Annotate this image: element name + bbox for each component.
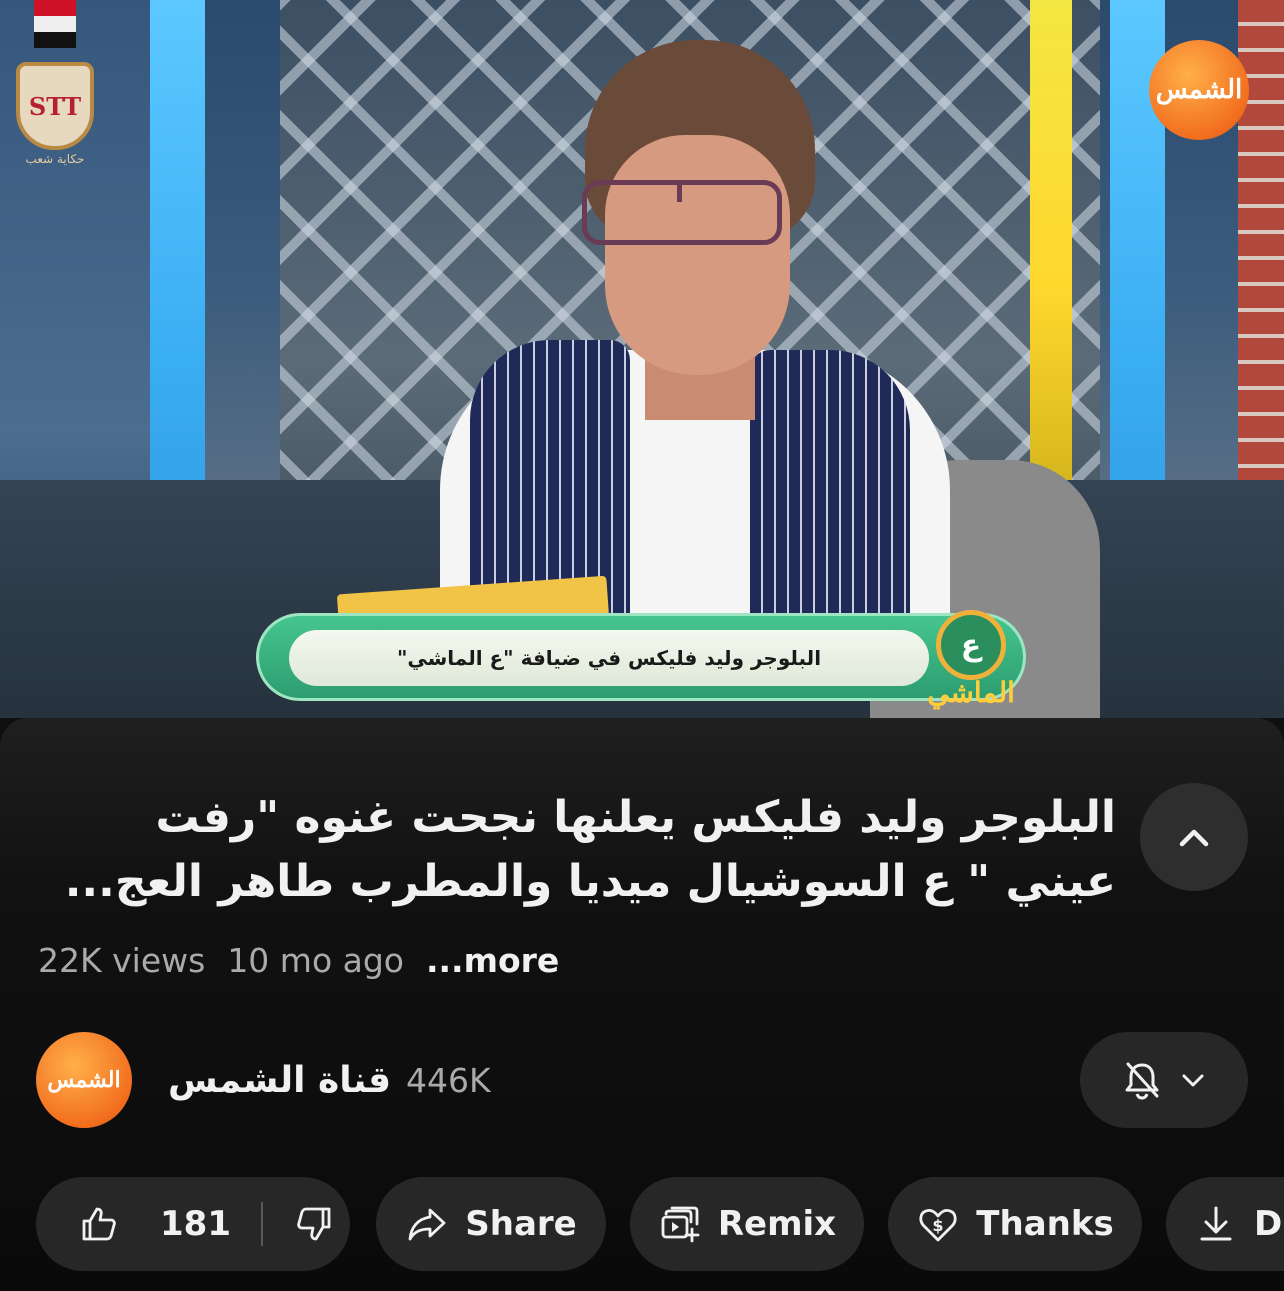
action-bar: 181 Share Remix $ Thanks D: [36, 1177, 1284, 1271]
download-label: D: [1254, 1204, 1283, 1244]
remix-button[interactable]: Remix: [630, 1177, 864, 1271]
collapse-description-button[interactable]: [1140, 783, 1248, 891]
notification-bell-button[interactable]: [1080, 1032, 1248, 1128]
like-dislike-group: 181: [36, 1177, 350, 1271]
lower-third-text: البلوجر وليد فليكس في ضيافة "ع الماشي": [289, 630, 929, 686]
remix-label: Remix: [717, 1204, 837, 1244]
heart-dollar-icon: $: [916, 1202, 960, 1246]
download-button[interactable]: D: [1166, 1177, 1284, 1271]
channel-name[interactable]: قناة الشمس: [168, 1054, 391, 1106]
more-link[interactable]: ...more: [426, 941, 559, 980]
like-count[interactable]: 181: [160, 1204, 231, 1244]
channel-avatar[interactable]: الشمس: [36, 1032, 132, 1128]
show-badge-logo: ع الماشي: [912, 610, 1030, 718]
video-meta[interactable]: 22K views 10 mo ago ...more: [38, 938, 559, 982]
thumbs-down-icon[interactable]: [293, 1203, 335, 1245]
share-label: Share: [465, 1204, 577, 1244]
video-player[interactable]: STT حكاية شعب الشمس البلوجر وليد فليكس ف…: [0, 0, 1284, 718]
show-badge-letter: ع: [936, 610, 1006, 680]
award-logo-caption: حكاية شعب: [25, 152, 85, 166]
egypt-flag-logo: [34, 0, 76, 48]
award-shield-logo: STT: [16, 62, 94, 150]
chevron-up-icon: [1174, 817, 1214, 857]
svg-text:$: $: [933, 1216, 944, 1235]
channel-watermark-logo: الشمس: [1149, 40, 1249, 140]
share-arrow-icon: [405, 1202, 449, 1246]
thanks-button[interactable]: $ Thanks: [888, 1177, 1142, 1271]
channel-row[interactable]: الشمس قناة الشمس 446K: [36, 1032, 1248, 1128]
download-icon: [1194, 1202, 1238, 1246]
thanks-label: Thanks: [976, 1204, 1114, 1244]
thumbs-up-icon[interactable]: [78, 1203, 120, 1245]
bell-off-icon: [1120, 1058, 1164, 1102]
video-title[interactable]: البلوجر وليد فليكس يعلنها نجحت غنوه "رفت…: [36, 786, 1116, 914]
share-button[interactable]: Share: [376, 1177, 606, 1271]
upload-age: 10 mo ago: [227, 940, 404, 980]
studio-yellow-light: [1030, 0, 1072, 480]
remix-icon: [658, 1202, 702, 1246]
lower-third-banner: البلوجر وليد فليكس في ضيافة "ع الماشي": [256, 613, 1026, 701]
show-badge-word: الماشي: [927, 676, 1015, 709]
chevron-down-icon: [1178, 1065, 1208, 1095]
subscriber-count: 446K: [406, 1060, 491, 1100]
like-divider: [260, 1202, 263, 1246]
view-count: 22K views: [38, 940, 206, 980]
